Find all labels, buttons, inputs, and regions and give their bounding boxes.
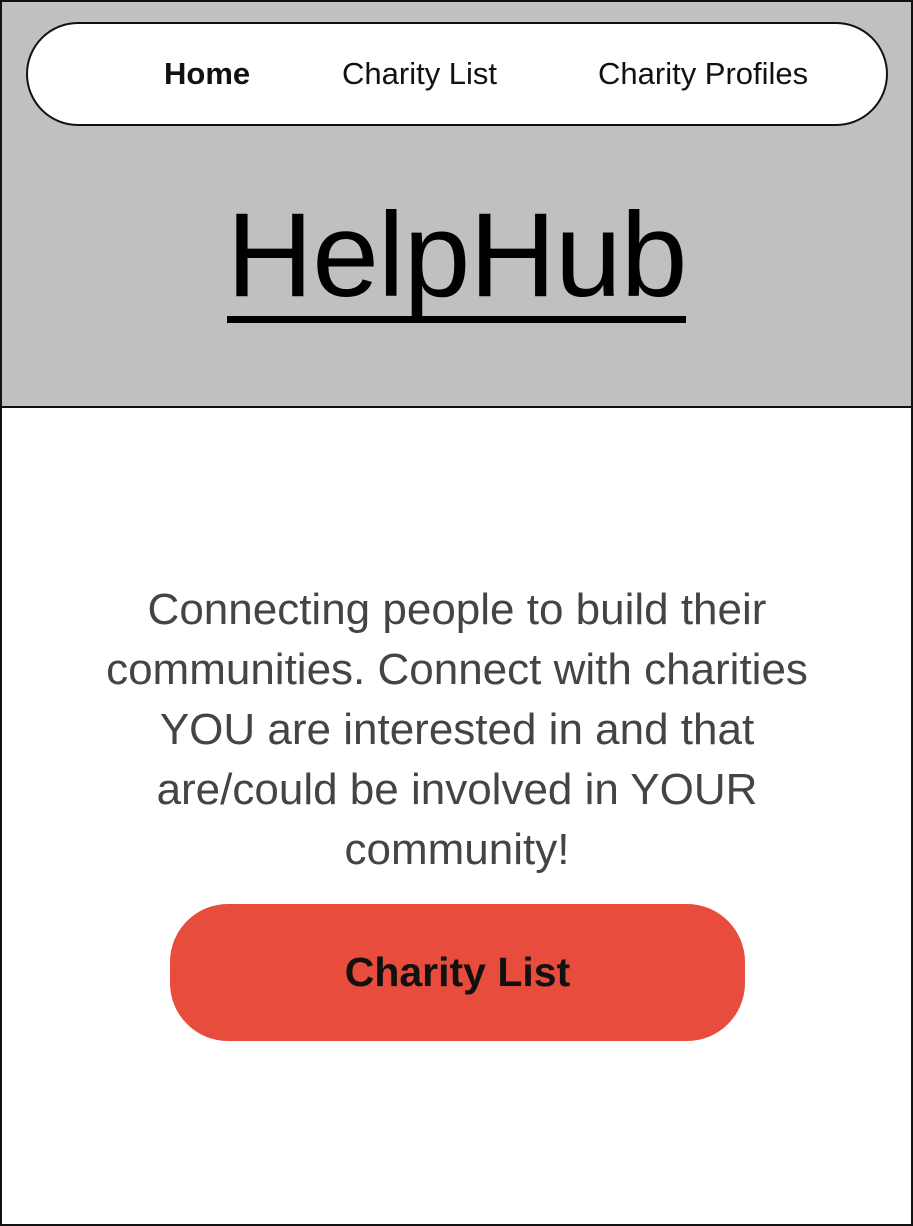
- brand-title-wrapper: HelpHub: [2, 190, 911, 323]
- page-frame: Home Charity List Charity Profiles HelpH…: [0, 0, 913, 1226]
- brand-title[interactable]: HelpHub: [226, 195, 687, 323]
- tagline: Connecting people to build their communi…: [106, 585, 808, 874]
- nav-item-charity-list[interactable]: Charity List: [342, 24, 497, 124]
- nav-bar: Home Charity List Charity Profiles: [26, 22, 888, 126]
- charity-list-button[interactable]: Charity List: [170, 904, 745, 1041]
- nav-item-charity-profiles[interactable]: Charity Profiles: [598, 24, 808, 124]
- header: Home Charity List Charity Profiles HelpH…: [2, 2, 911, 408]
- nav-item-home[interactable]: Home: [164, 24, 250, 124]
